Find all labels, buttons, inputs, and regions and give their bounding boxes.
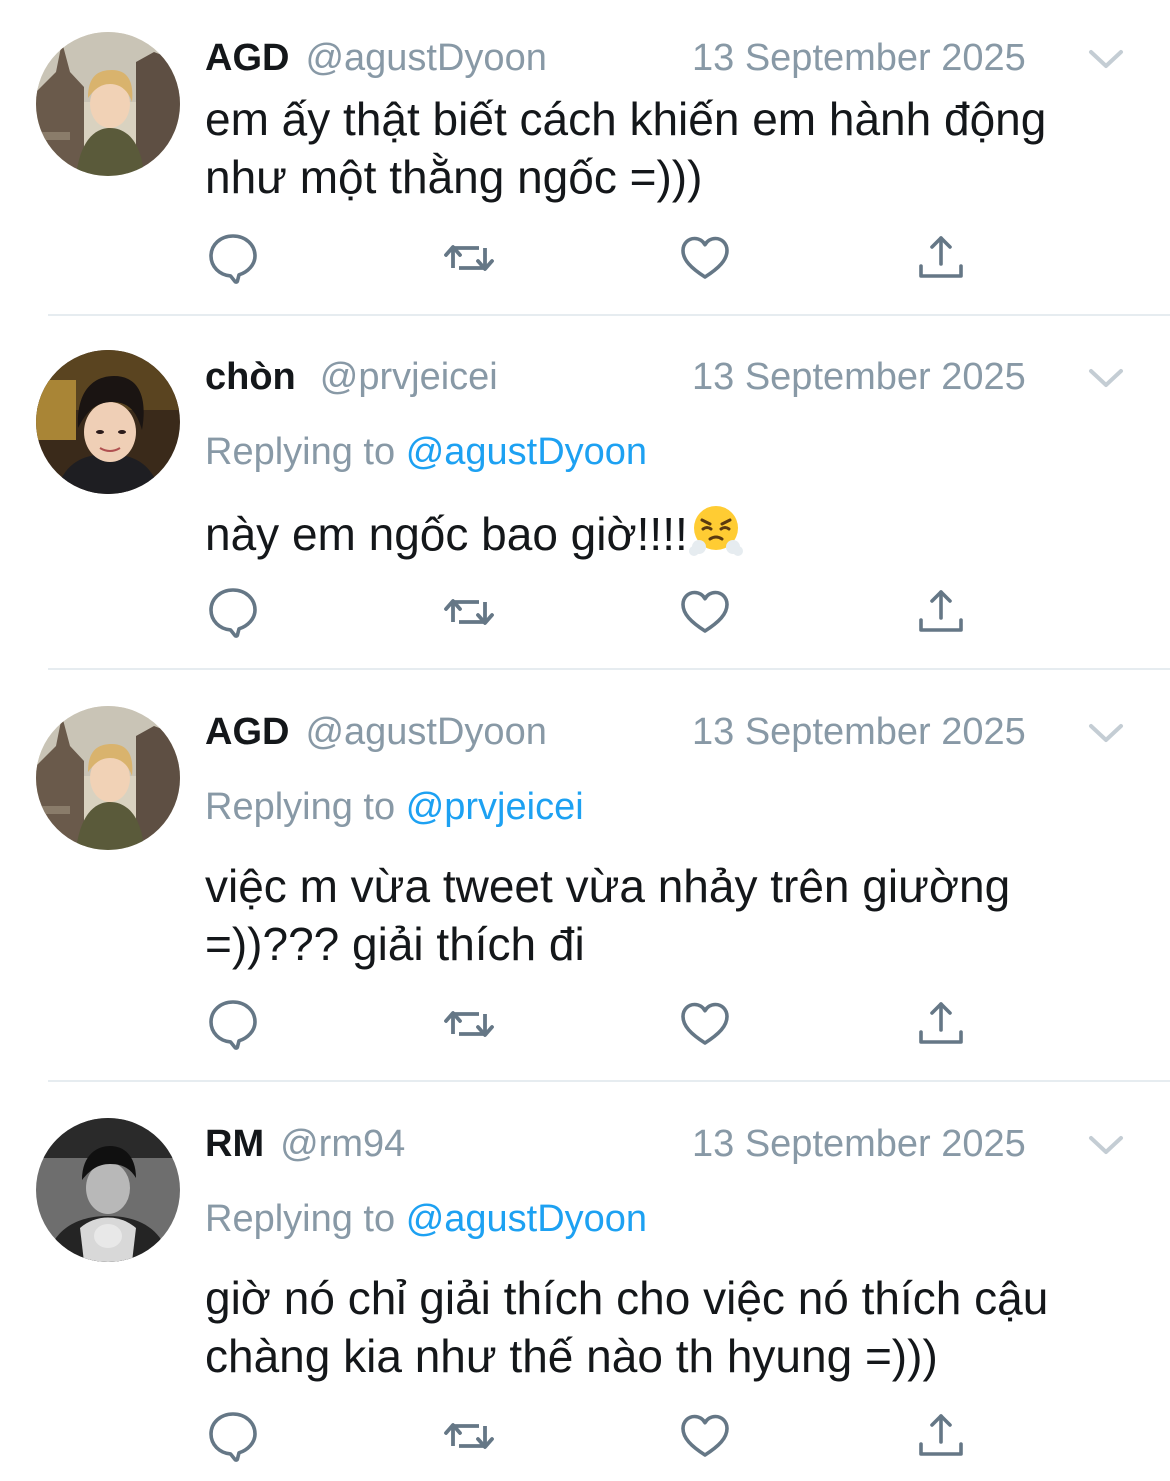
tweet-actions (205, 1408, 975, 1464)
share-icon (913, 1408, 969, 1464)
like-icon (677, 230, 733, 286)
retweet-button[interactable] (441, 996, 497, 1052)
tweet-text: em ấy thật biết cách khiến em hành động … (205, 93, 1047, 203)
like-button[interactable] (677, 996, 733, 1052)
retweet-button[interactable] (441, 230, 497, 286)
chevron-down-icon[interactable] (1087, 46, 1125, 72)
avatar[interactable] (36, 350, 180, 494)
avatar[interactable] (36, 32, 180, 176)
like-button[interactable] (677, 584, 733, 640)
avatar-rm (36, 1118, 180, 1262)
avatar-agd (36, 32, 180, 176)
user-handle[interactable]: @rm94 (280, 1123, 405, 1165)
divider (48, 1080, 1170, 1082)
share-button[interactable] (913, 230, 969, 286)
divider (48, 668, 1170, 670)
share-button[interactable] (913, 584, 969, 640)
chevron-down-icon[interactable] (1087, 365, 1125, 391)
chevron-down-icon[interactable] (1087, 1132, 1125, 1158)
display-name[interactable]: RM @rm94 (205, 1116, 405, 1172)
chevron-down-icon[interactable] (1087, 720, 1125, 746)
retweet-icon (441, 230, 497, 286)
tweet-date: 13 September 2025 (692, 1123, 1026, 1165)
tweet-actions (205, 230, 975, 286)
user-handle[interactable]: @agustDyoon (305, 37, 546, 79)
retweet-button[interactable] (441, 584, 497, 640)
avatar[interactable] (36, 1118, 180, 1262)
reply-button[interactable] (205, 230, 261, 286)
share-button[interactable] (913, 996, 969, 1052)
divider (48, 314, 1170, 316)
tweet-date: 13 September 2025 (692, 711, 1026, 753)
reply-button[interactable] (205, 1408, 261, 1464)
mention-link[interactable]: @agustDyoon (406, 1198, 647, 1240)
replying-to: Replying to @prvjeicei (205, 786, 584, 828)
tweet-actions (205, 584, 975, 640)
user-handle[interactable]: @prvjeicei (320, 356, 498, 398)
share-icon (913, 996, 969, 1052)
reply-icon (205, 1408, 261, 1464)
share-icon (913, 230, 969, 286)
display-name[interactable]: chòn @prvjeicei (205, 349, 498, 405)
avatar[interactable] (36, 706, 180, 850)
display-name[interactable]: AGD @agustDyoon (205, 30, 547, 86)
tweet-text: việc m vừa tweet vừa nhảy trên giường =)… (205, 860, 1011, 970)
reply-icon (205, 230, 261, 286)
retweet-icon (441, 996, 497, 1052)
share-icon (913, 584, 969, 640)
tweet-text: giờ nó chỉ giải thích cho việc nó thích … (205, 1272, 1049, 1382)
reply-icon (205, 584, 261, 640)
reply-button[interactable] (205, 584, 261, 640)
like-icon (677, 996, 733, 1052)
retweet-icon (441, 584, 497, 640)
face-with-steam-from-nose-emoji (688, 502, 744, 558)
like-icon (677, 584, 733, 640)
retweet-button[interactable] (441, 1408, 497, 1464)
mention-link[interactable]: @agustDyoon (406, 431, 647, 473)
tweet-date: 13 September 2025 (692, 37, 1026, 79)
like-button[interactable] (677, 1408, 733, 1464)
tweet-actions (205, 996, 975, 1052)
tweet-date: 13 September 2025 (692, 356, 1026, 398)
avatar-chon (36, 350, 180, 494)
mention-link[interactable]: @prvjeicei (406, 786, 584, 828)
retweet-icon (441, 1408, 497, 1464)
display-name[interactable]: AGD @agustDyoon (205, 704, 547, 760)
reply-icon (205, 996, 261, 1052)
avatar-agd (36, 706, 180, 850)
user-handle[interactable]: @agustDyoon (305, 711, 546, 753)
share-button[interactable] (913, 1408, 969, 1464)
like-button[interactable] (677, 230, 733, 286)
replying-to: Replying to @agustDyoon (205, 431, 648, 473)
tweet-text: này em ngốc bao giờ!!!! (205, 502, 1135, 563)
replying-to: Replying to @agustDyoon (205, 1198, 648, 1240)
like-icon (677, 1408, 733, 1464)
reply-button[interactable] (205, 996, 261, 1052)
